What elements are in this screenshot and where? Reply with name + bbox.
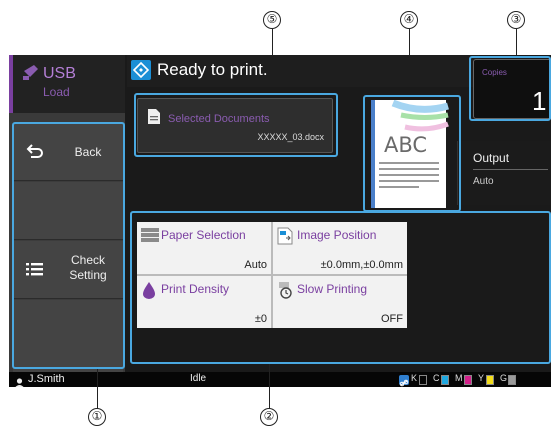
ink-g-level bbox=[508, 375, 516, 385]
document-filename: XXXXX_03.docx bbox=[257, 132, 324, 142]
callout-2: ② bbox=[260, 408, 278, 426]
paper-selection-tile[interactable]: Paper Selection Auto bbox=[137, 222, 271, 274]
ink-y-fill bbox=[487, 376, 493, 384]
print-preview[interactable]: ABC bbox=[371, 100, 449, 208]
image-position-tile[interactable]: Image Position ±0.0mm,±0.0mm bbox=[273, 222, 407, 274]
usb-title: USB bbox=[43, 65, 76, 82]
status-bar: J.Smith Idle K C M Y G bbox=[9, 372, 551, 387]
ink-m-level bbox=[464, 375, 472, 385]
selected-documents-label: Selected Documents bbox=[168, 113, 270, 125]
preview-text: ABC bbox=[384, 133, 428, 157]
back-button[interactable]: Back bbox=[13, 123, 123, 181]
ink-g-label: G bbox=[500, 373, 508, 383]
image-position-label: Image Position bbox=[297, 228, 377, 242]
list-icon bbox=[26, 261, 44, 282]
function-grid: Paper Selection Auto Image Position ±0.0… bbox=[137, 222, 407, 328]
callout-3: ③ bbox=[507, 11, 525, 29]
paper-selection-label: Paper Selection bbox=[161, 228, 246, 242]
back-arrow-icon bbox=[26, 143, 44, 164]
document-icon bbox=[147, 108, 161, 130]
user-icon bbox=[14, 375, 25, 387]
output-setting[interactable]: Output Auto bbox=[457, 141, 551, 205]
ink-m-label: M bbox=[455, 373, 463, 383]
slow-printing-tile[interactable]: Slow Printing OFF bbox=[273, 276, 407, 328]
check-setting-button[interactable]: Check Setting bbox=[13, 241, 123, 299]
slow-printing-value: OFF bbox=[381, 313, 403, 325]
callout-4: ④ bbox=[400, 11, 418, 29]
output-divider bbox=[473, 169, 548, 170]
ready-text: Ready to print. bbox=[157, 60, 268, 79]
status-header: Ready to print. bbox=[127, 55, 479, 87]
usb-header[interactable]: USB Load bbox=[9, 55, 125, 113]
ink-k-level bbox=[419, 375, 427, 385]
machine-state: Idle bbox=[190, 373, 207, 384]
print-density-tile[interactable]: Print Density ±0 bbox=[137, 276, 271, 328]
callout-5: ⑤ bbox=[263, 11, 281, 29]
slow-printing-icon bbox=[277, 281, 295, 304]
selected-documents-button[interactable]: Selected Documents XXXXX_03.docx bbox=[137, 98, 333, 153]
image-position-value: ±0.0mm,±0.0mm bbox=[320, 259, 403, 271]
copies-value: 1 bbox=[532, 86, 547, 116]
usb-icon bbox=[22, 63, 40, 86]
paper-tray-icon bbox=[141, 227, 159, 248]
output-label: Output bbox=[473, 151, 510, 165]
check-setting-label: Check Setting bbox=[69, 253, 107, 282]
network-link-icon bbox=[399, 375, 409, 387]
ready-diamond-icon bbox=[131, 60, 151, 80]
image-position-icon bbox=[277, 227, 293, 250]
callout-1-line bbox=[97, 369, 99, 409]
paper-selection-value: Auto bbox=[244, 259, 267, 271]
callout-2-line bbox=[269, 364, 271, 409]
ink-g-fill bbox=[509, 376, 515, 384]
ink-m-fill bbox=[465, 376, 471, 384]
copies-field[interactable]: Copies 1 bbox=[473, 59, 551, 119]
ink-k-label: K bbox=[411, 373, 418, 383]
usb-subtitle: Load bbox=[43, 85, 70, 99]
user-name: J.Smith bbox=[28, 373, 65, 385]
side-panel: Back Check Setting bbox=[13, 123, 123, 372]
ink-drop-icon bbox=[141, 281, 157, 304]
printer-screen: USB Load Back Check Setting Ready to pri… bbox=[9, 55, 551, 387]
ink-c-level bbox=[441, 375, 449, 385]
copies-label: Copies bbox=[482, 68, 507, 77]
back-label: Back bbox=[74, 145, 102, 159]
print-density-value: ±0 bbox=[254, 313, 267, 325]
blank-side-button-2 bbox=[13, 300, 123, 372]
ink-c-fill bbox=[442, 376, 448, 384]
blank-side-button bbox=[13, 182, 123, 240]
ink-y-level bbox=[486, 375, 494, 385]
callout-1: ① bbox=[88, 408, 106, 426]
ink-y-label: Y bbox=[478, 373, 485, 383]
print-density-label: Print Density bbox=[161, 282, 230, 296]
ink-c-label: C bbox=[433, 373, 440, 383]
sidebar: USB Load Back Check Setting bbox=[9, 55, 125, 372]
output-value: Auto bbox=[473, 176, 494, 187]
slow-printing-label: Slow Printing bbox=[297, 282, 368, 296]
